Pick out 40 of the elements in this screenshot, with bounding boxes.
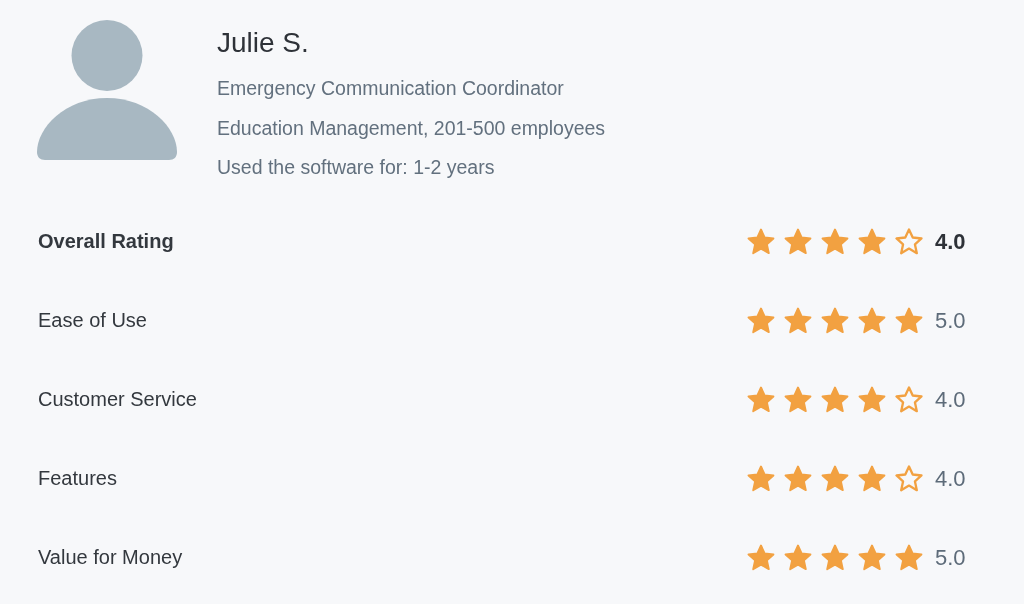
star-filled-icon: [895, 306, 923, 334]
star-filled-icon: [821, 306, 849, 334]
star-outline-icon: [895, 464, 923, 492]
star-filled-icon: [747, 385, 775, 413]
rating-score: 4.0: [935, 464, 967, 493]
star-filled-icon: [784, 464, 812, 492]
star-filled-icon: [747, 464, 775, 492]
avatar-silhouette-icon: [37, 20, 177, 160]
star-filled-icon: [784, 306, 812, 334]
star-filled-icon: [895, 543, 923, 571]
rating-score: 4.0: [935, 227, 967, 256]
star-filled-icon: [821, 227, 849, 255]
rating-score: 5.0: [935, 543, 967, 572]
rating-score: 5.0: [935, 306, 967, 335]
reviewer-name: Julie S.: [217, 26, 310, 60]
star-filled-icon: [784, 227, 812, 255]
rating-label: Features: [37, 466, 117, 491]
star-filled-icon: [747, 543, 775, 571]
rating-label: Customer Service: [37, 387, 197, 412]
star-outline-icon: [895, 385, 923, 413]
star-filled-icon: [821, 464, 849, 492]
star-filled-icon: [858, 543, 886, 571]
rating-label: Overall Rating: [37, 229, 174, 254]
star-filled-icon: [821, 543, 849, 571]
star-outline-icon: [895, 227, 923, 255]
star-filled-icon: [747, 227, 775, 255]
star-filled-icon: [784, 543, 812, 571]
company-info: Education Management, 201-500 employees: [217, 115, 606, 141]
star-filled-icon: [858, 227, 886, 255]
rating-label: Value for Money: [37, 545, 183, 570]
star-filled-icon: [747, 306, 775, 334]
usage-duration: Used the software for: 1-2 years: [217, 155, 496, 180]
star-filled-icon: [784, 385, 812, 413]
rating-label: Ease of Use: [37, 308, 147, 333]
rating-score: 4.0: [935, 385, 967, 414]
star-filled-icon: [821, 385, 849, 413]
star-filled-icon: [858, 385, 886, 413]
star-filled-icon: [858, 306, 886, 334]
job-title: Emergency Communication Coordinator: [217, 76, 565, 101]
star-filled-icon: [858, 464, 886, 492]
